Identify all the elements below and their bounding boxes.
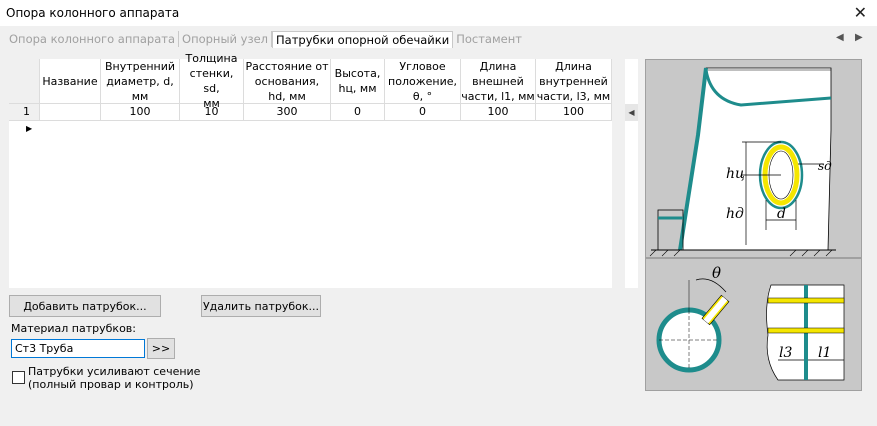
nozzles-table[interactable]: Название Внутренний диаметр, d, мм Толщи… (9, 52, 638, 288)
cell-wall-thickness[interactable]: 10 (180, 104, 244, 121)
tab-support-node[interactable]: Опорный узел (179, 31, 272, 47)
tab-column-support[interactable]: Опора колонного аппарата (6, 31, 180, 47)
table-spacer (612, 59, 625, 288)
col-header-height[interactable]: Высота, hц, мм (331, 59, 385, 104)
cell-angle[interactable]: 0 (385, 104, 461, 121)
tab-strip: Опора колонного аппарата Опорный узел Па… (6, 29, 525, 49)
col-header-name[interactable]: Название (40, 59, 101, 104)
cell-base-distance[interactable]: 300 (244, 104, 331, 121)
reinforce-checkbox-label-1: Патрубки усиливают сечение (28, 365, 201, 378)
col-header-wall-thickness[interactable]: Толщина стенки, sd, мм (180, 52, 244, 110)
row-number: 1 (23, 105, 30, 118)
schematic-svg: hц hд d sд θ l3 l1 (646, 60, 861, 381)
material-input[interactable]: Ст3 Труба (11, 339, 145, 358)
delete-nozzle-button[interactable]: Удалить патрубок... (201, 295, 321, 317)
table-corner (9, 59, 40, 104)
tab-next-icon[interactable]: ▶ (855, 32, 863, 43)
add-nozzle-button[interactable]: Добавить патрубок... (9, 295, 161, 317)
label-d: d (777, 206, 786, 222)
label-h-d: hд (726, 206, 744, 222)
tab-pedestal[interactable]: Постамент (453, 31, 525, 47)
cell-name[interactable] (40, 104, 101, 121)
close-icon[interactable]: ✕ (854, 3, 867, 22)
col-header-angle[interactable]: Угловое положение, θ, ° (385, 59, 461, 104)
row-scroll-icon[interactable]: ◀ (625, 104, 638, 121)
label-s-d: sд (818, 159, 832, 173)
col-header-inner-length[interactable]: Длина внутренней части, l3, мм (536, 59, 612, 104)
table-row-header[interactable]: 1 ▶ (9, 104, 40, 133)
schematic-drawing: hц hд d sд θ l3 l1 (645, 59, 862, 391)
label-theta: θ (712, 264, 721, 282)
row-current-icon: ▶ (26, 124, 33, 133)
tab-shell-nozzles[interactable]: Патрубки опорной обечайки (272, 30, 454, 48)
col-header-outer-length[interactable]: Длина внешней части, l1, мм (461, 59, 536, 104)
col-header-inner-diameter[interactable]: Внутренний диаметр, d, мм (101, 59, 180, 104)
reinforce-checkbox-label-2: (полный провар и контроль) (28, 378, 194, 391)
reinforce-checkbox[interactable] (12, 371, 25, 384)
tab-prev-icon[interactable]: ◀ (836, 32, 844, 43)
col-header-base-distance[interactable]: Расстояние от основания, hd, мм (244, 59, 331, 104)
cell-height[interactable]: 0 (331, 104, 385, 121)
cell-outer-length[interactable]: 100 (461, 104, 536, 121)
window-title: Опора колонного аппарата (6, 6, 180, 20)
label-l3: l3 (779, 345, 792, 361)
label-h-c: hц (726, 166, 745, 182)
cell-inner-diameter[interactable]: 100 (101, 104, 180, 121)
label-l1: l1 (818, 345, 831, 361)
material-browse-button[interactable]: >> (147, 338, 175, 359)
material-label: Материал патрубков: (11, 322, 136, 335)
title-bar: Опора колонного аппарата ✕ (0, 0, 877, 26)
cell-inner-length[interactable]: 100 (536, 104, 612, 121)
